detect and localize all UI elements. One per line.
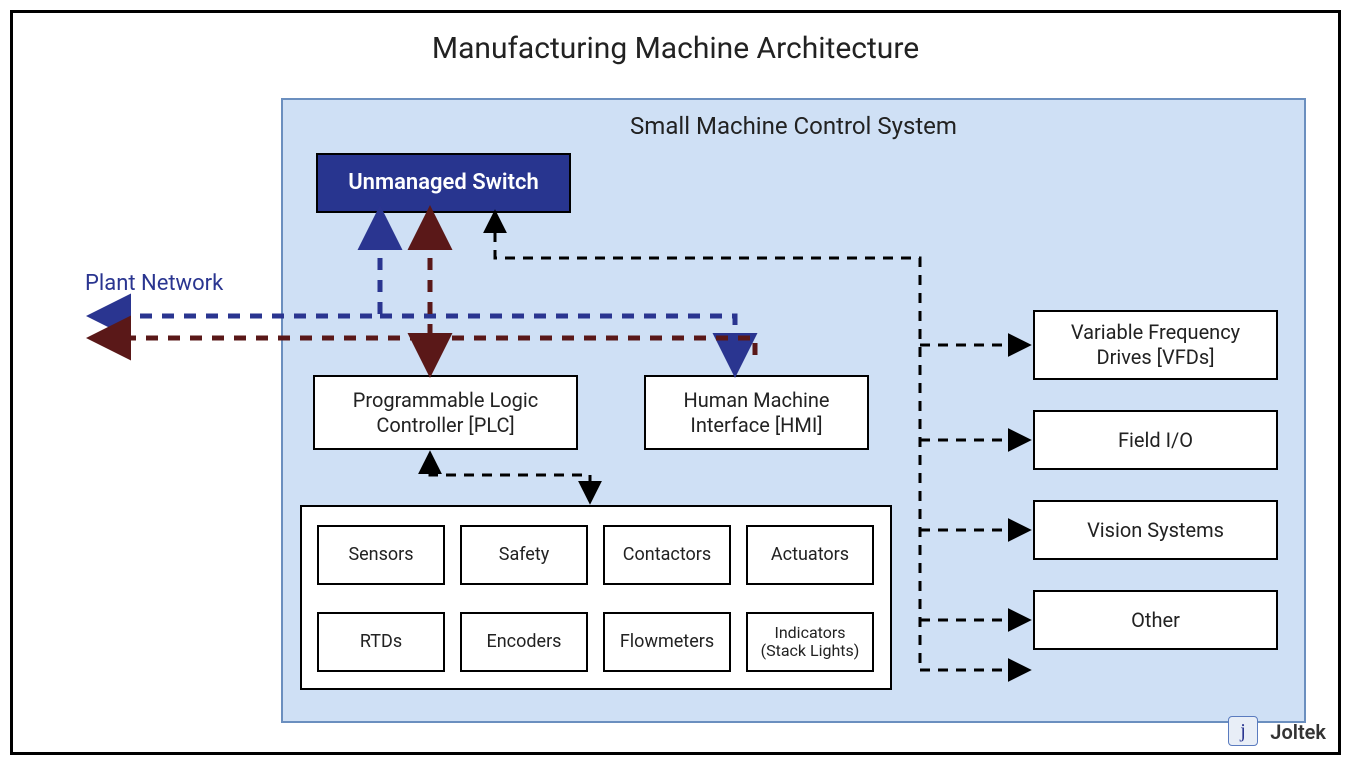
field-io-label: Field I/O <box>1118 428 1193 453</box>
io-flowmeters: Flowmeters <box>603 612 731 672</box>
field-io-box: Field I/O <box>1033 410 1278 470</box>
control-system-title: Small Machine Control System <box>283 112 1304 140</box>
io-contactors: Contactors <box>603 525 731 585</box>
io-actuators: Actuators <box>746 525 874 585</box>
diagram-frame: Manufacturing Machine Architecture Small… <box>10 10 1341 755</box>
plant-network-label: Plant Network <box>85 271 223 296</box>
page-title: Manufacturing Machine Architecture <box>13 31 1338 66</box>
plc-label: Programmable Logic Controller [PLC] <box>323 388 568 438</box>
io-sensors: Sensors <box>317 525 445 585</box>
io-rtds: RTDs <box>317 612 445 672</box>
io-encoders: Encoders <box>460 612 588 672</box>
vfd-box: Variable Frequency Drives [VFDs] <box>1033 310 1278 380</box>
io-indicators: Indicators (Stack Lights) <box>746 612 874 672</box>
joltek-logo-icon: j <box>1228 716 1258 746</box>
hmi-box: Human Machine Interface [HMI] <box>644 375 869 450</box>
vfd-label: Variable Frequency Drives [VFDs] <box>1043 320 1268 370</box>
hmi-label: Human Machine Interface [HMI] <box>654 388 859 438</box>
plc-box: Programmable Logic Controller [PLC] <box>313 375 578 450</box>
unmanaged-switch-label: Unmanaged Switch <box>348 169 539 197</box>
other-box: Other <box>1033 590 1278 650</box>
vision-systems-box: Vision Systems <box>1033 500 1278 560</box>
vision-systems-label: Vision Systems <box>1087 518 1224 543</box>
unmanaged-switch-box: Unmanaged Switch <box>316 153 571 213</box>
other-label: Other <box>1131 608 1180 633</box>
io-safety: Safety <box>460 525 588 585</box>
io-devices-group: Sensors Safety Contactors Actuators RTDs… <box>300 505 892 690</box>
joltek-logo-text: Joltek <box>1270 720 1326 744</box>
